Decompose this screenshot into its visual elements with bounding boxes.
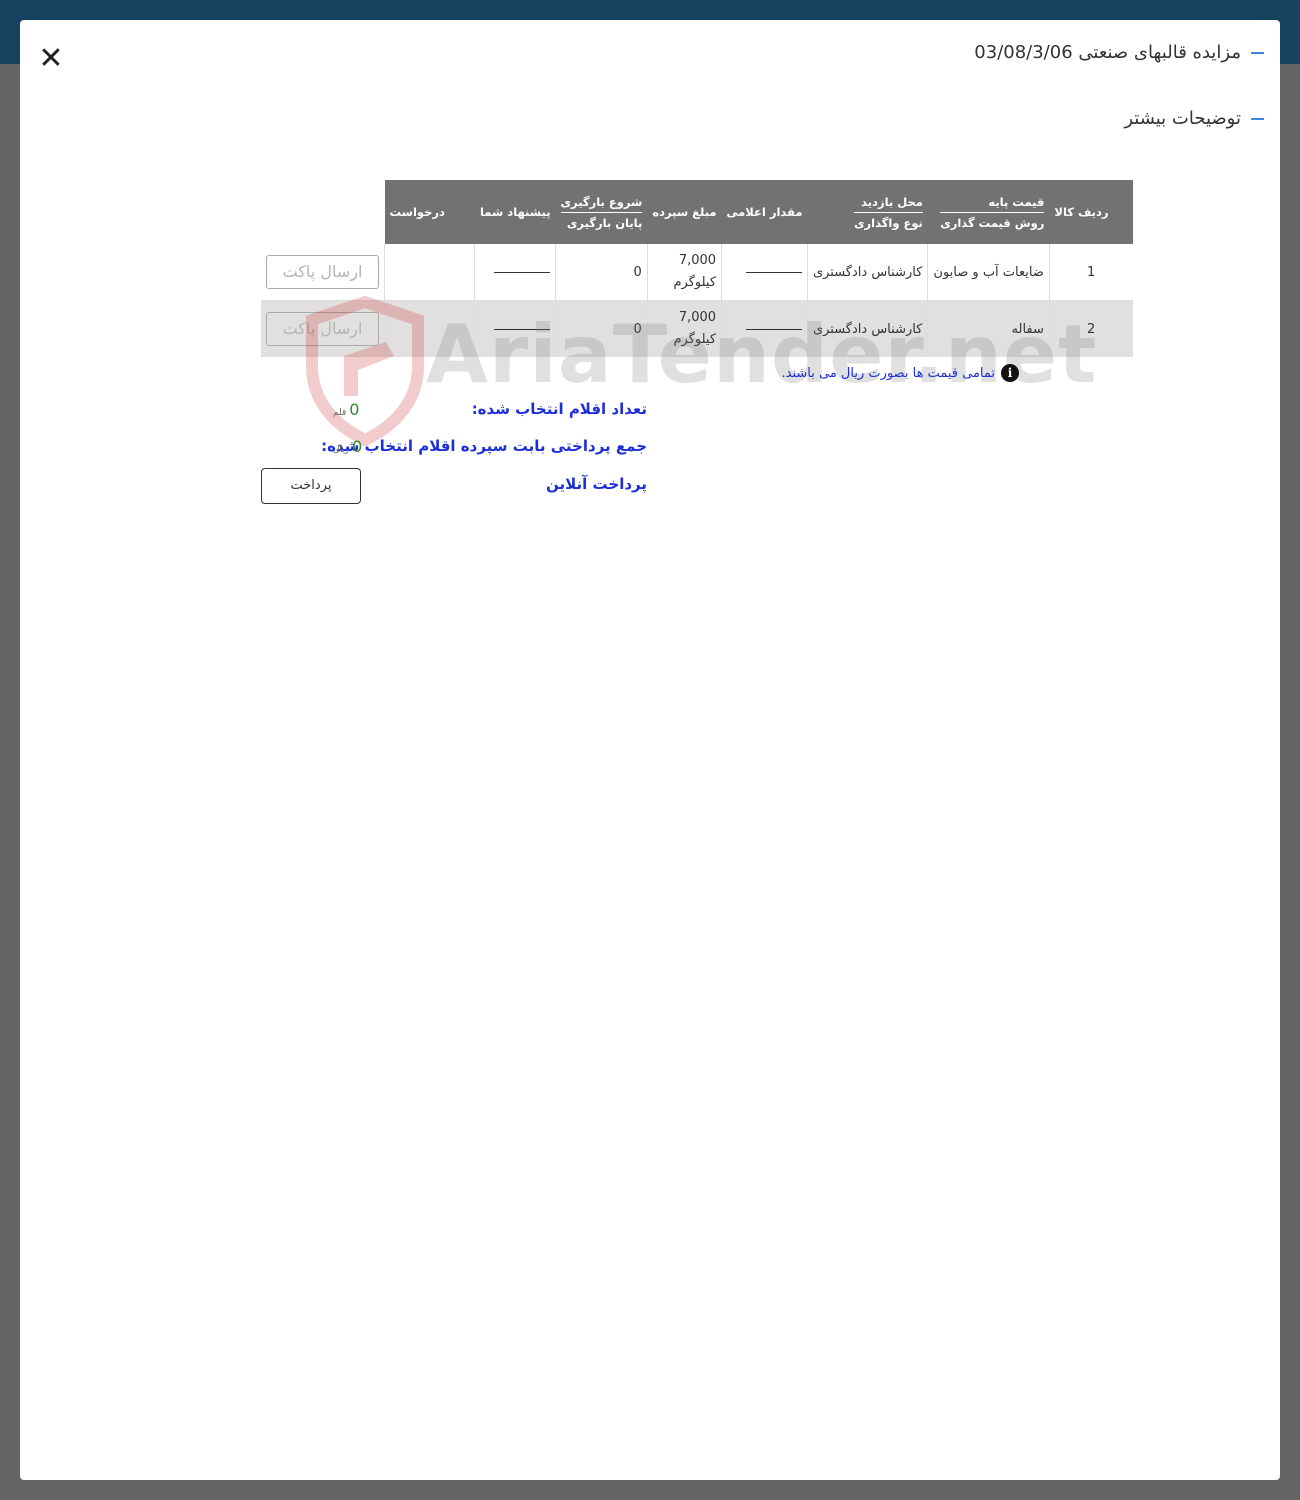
send-envelope-button[interactable]: ارسال پاکت	[266, 255, 379, 289]
header-base-price: قیمت پایه روش قیمت گذاری	[927, 180, 1050, 244]
quantity-value: 7,000	[678, 253, 717, 268]
quantity-value: 7,000	[678, 310, 717, 325]
row-index: 1	[1049, 244, 1133, 301]
item-name: سفاله	[927, 300, 1050, 357]
table-row: 2 سفاله کارشناس دادگستری 7,000 کیلوگرم 0…	[261, 300, 1133, 357]
info-icon: i	[1001, 364, 1019, 382]
dash-icon	[1251, 117, 1264, 120]
header-transfer-type: نوع واگذاری	[853, 215, 923, 230]
currency-note-text: تمامی قیمت ها بصورت ریال می باشند.	[781, 365, 996, 381]
declared-quantity: 7,000 کیلوگرم	[647, 244, 723, 301]
your-offer	[384, 244, 476, 301]
online-payment-label: پرداخت آنلاین	[545, 475, 647, 493]
your-offer	[384, 300, 476, 357]
more-details-toggle[interactable]: توضیحات بیشتر	[1124, 108, 1264, 129]
header-visit-location-label: محل بازدید	[853, 192, 923, 213]
header-your-offer: پیشنهاد شما	[474, 180, 556, 244]
selected-items-label: تعداد اقلام انتخاب شده:	[471, 400, 647, 418]
table-header-row: ردیف کالا قیمت پایه روش قیمت گذاری محل با…	[261, 180, 1133, 244]
header-loading-end: پایان بارگیری	[566, 215, 643, 230]
deposit-amount: 0	[555, 300, 648, 357]
row-index: 2	[1049, 300, 1133, 357]
payment-total-value: 0 ریال	[333, 437, 362, 456]
payment-total-label: جمع پرداختی بابت سپرده اقلام انتخاب شده:	[321, 437, 647, 455]
deposit-amount: 0	[555, 244, 648, 301]
declared-quantity: 7,000 کیلوگرم	[647, 300, 723, 357]
modal-title: مزایده قالبهای صنعتی 03/08/3/06	[974, 42, 1264, 63]
selected-items-value: 0 قلم	[333, 400, 359, 419]
empty-value-line	[494, 271, 551, 273]
request-cell: ارسال پاکت	[261, 244, 385, 301]
selected-unit: قلم	[333, 408, 347, 418]
header-base-price-label: قیمت پایه	[940, 192, 1045, 213]
visit-location	[721, 300, 808, 357]
header-visit-location: محل بازدید نوع واگذاری	[807, 180, 928, 244]
visit-location	[721, 244, 808, 301]
table-row: 1 ضایعات آب و صابون کارشناس دادگستری 7,0…	[261, 244, 1133, 301]
empty-value-line	[494, 328, 551, 330]
request-cell: ارسال پاکت	[261, 300, 385, 357]
empty-value-line	[745, 271, 802, 273]
loading-dates	[474, 244, 557, 301]
empty-value-line	[745, 328, 802, 330]
send-envelope-button[interactable]: ارسال پاکت	[266, 312, 379, 346]
header-request: درخواست	[384, 180, 475, 244]
payment-amount: 0	[352, 437, 363, 456]
header-declared-amount: مقدار اعلامی	[721, 180, 808, 244]
pay-button[interactable]: پرداخت	[261, 468, 361, 504]
loading-dates	[474, 300, 557, 357]
close-icon[interactable]: ✕	[38, 44, 64, 74]
more-details-text: توضیحات بیشتر	[1124, 108, 1241, 129]
header-loading: شروع بارگیری پایان بارگیری	[555, 180, 648, 244]
selected-count: 0	[349, 400, 360, 419]
header-deposit-amount: مبلغ سپرده	[647, 180, 722, 244]
currency-note: i تمامی قیمت ها بصورت ریال می باشند.	[781, 364, 1019, 382]
pricing-method: کارشناس دادگستری	[807, 244, 929, 301]
header-pricing-method: روش قیمت گذاری	[940, 215, 1045, 230]
items-table: ردیف کالا قیمت پایه روش قیمت گذاری محل با…	[261, 180, 1133, 357]
payment-unit: ریال	[333, 445, 350, 455]
modal-dialog: ✕ مزایده قالبهای صنعتی 03/08/3/06 توضیحا…	[20, 20, 1280, 1480]
quantity-unit: کیلوگرم	[673, 332, 717, 347]
pricing-method: کارشناس دادگستری	[807, 300, 929, 357]
header-row-item: ردیف کالا	[1049, 180, 1133, 244]
header-loading-start: شروع بارگیری	[560, 192, 643, 213]
item-name: ضایعات آب و صابون	[927, 244, 1050, 301]
modal-title-text: مزایده قالبهای صنعتی 03/08/3/06	[974, 42, 1241, 63]
quantity-unit: کیلوگرم	[673, 275, 717, 290]
dash-icon	[1251, 51, 1264, 54]
